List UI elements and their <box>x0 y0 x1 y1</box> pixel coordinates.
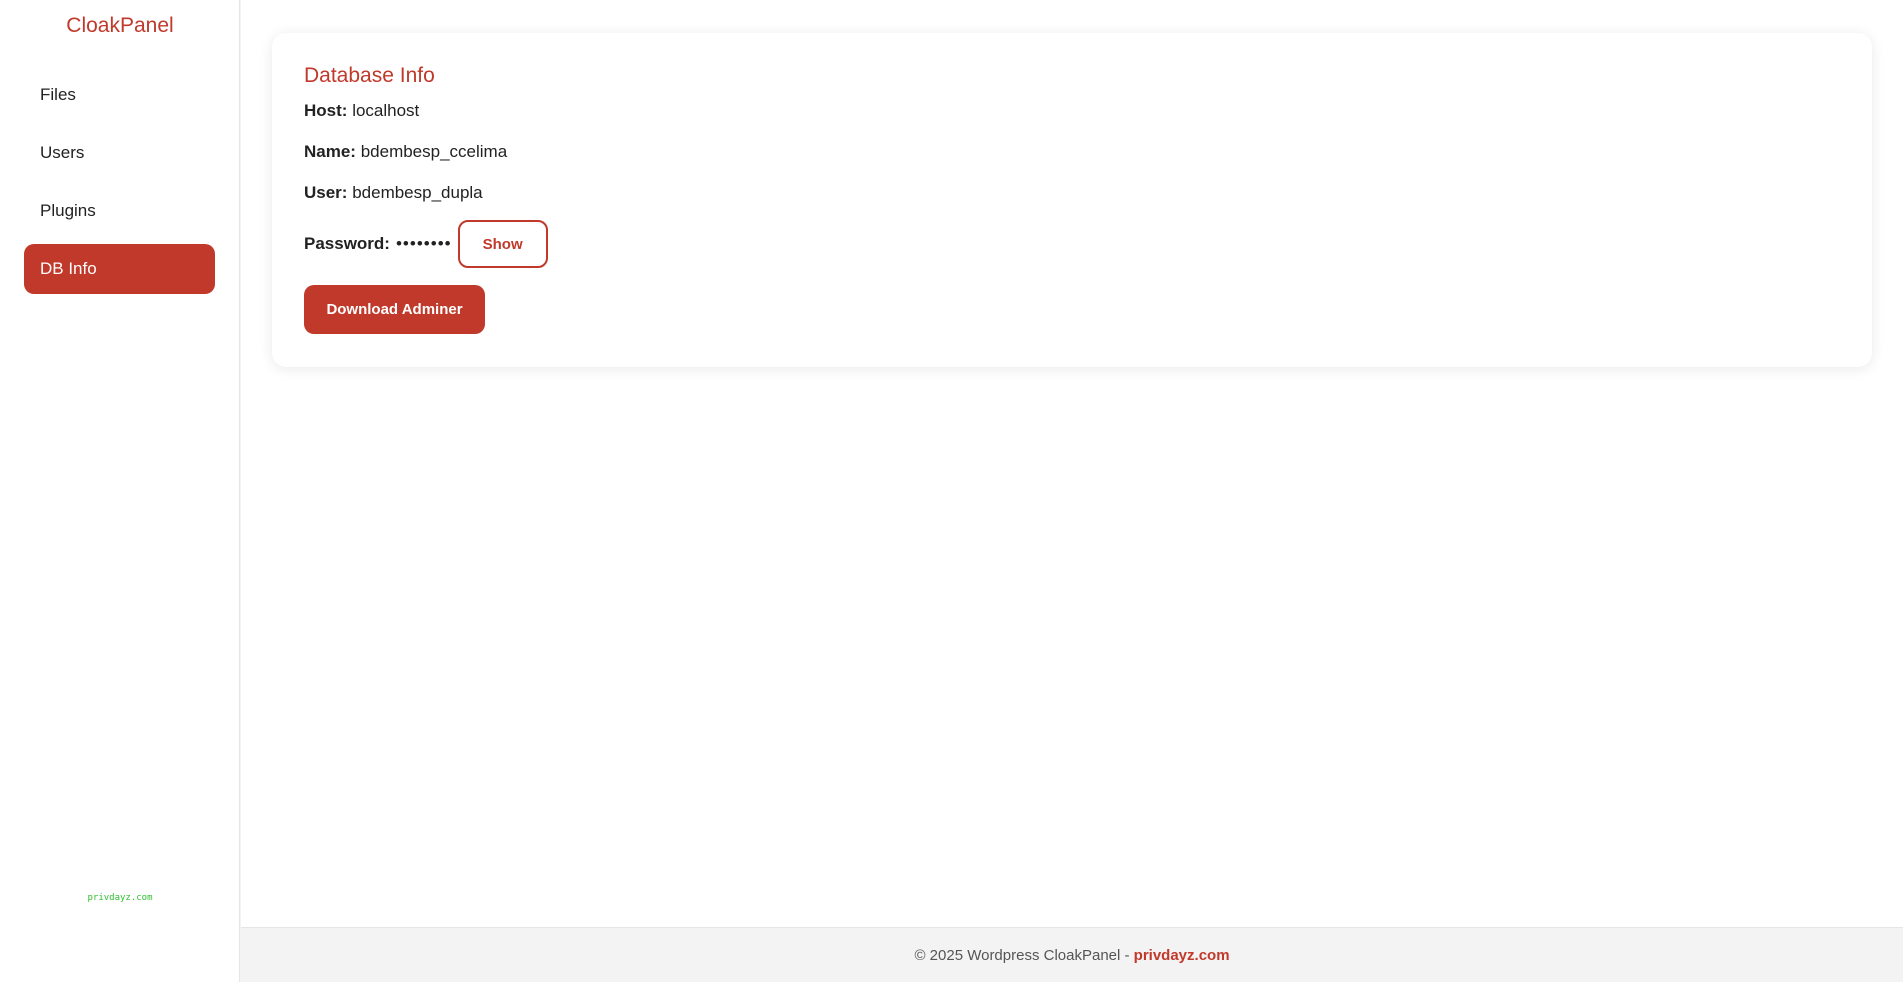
sidebar: CloakPanel Files Users Plugins DB Info p… <box>0 0 240 982</box>
main-content: Database Info Host: localhost Name: bdem… <box>241 0 1903 927</box>
brand-title: CloakPanel <box>66 14 174 37</box>
user-row: User: bdembesp_dupla <box>304 181 1840 205</box>
download-adminer-button[interactable]: Download Adminer <box>304 285 485 334</box>
sidebar-item-files[interactable]: Files <box>24 70 215 120</box>
user-value: bdembesp_dupla <box>352 183 483 202</box>
sidebar-item-db-info[interactable]: DB Info <box>24 244 215 294</box>
show-password-button[interactable]: Show <box>457 220 548 268</box>
sidebar-footer-text: privdayz.com <box>87 893 153 903</box>
card-title: Database Info <box>304 64 435 87</box>
host-label: Host: <box>304 101 348 120</box>
host-value: localhost <box>352 101 420 120</box>
page-footer: © 2025 Wordpress CloakPanel - privdayz.c… <box>241 927 1903 982</box>
app-root: CloakPanel Files Users Plugins DB Info p… <box>0 0 1903 982</box>
name-label: Name: <box>304 142 356 161</box>
db-info-card: Database Info Host: localhost Name: bdem… <box>272 33 1872 367</box>
name-row: Name: bdembesp_ccelima <box>304 140 1840 164</box>
user-label: User: <box>304 183 348 202</box>
host-row: Host: localhost <box>304 99 1840 123</box>
password-label: Password: <box>304 234 390 253</box>
sidebar-item-users[interactable]: Users <box>24 128 215 178</box>
password-masked-value: •••••••• <box>395 234 452 253</box>
name-value: bdembesp_ccelima <box>360 142 508 161</box>
footer-copyright: © 2025 Wordpress CloakPanel - <box>914 947 1134 964</box>
footer-link[interactable]: privdayz.com <box>1134 947 1230 964</box>
sidebar-item-plugins[interactable]: Plugins <box>24 186 215 236</box>
password-row: Password: •••••••• Show <box>304 219 1840 269</box>
sidebar-nav: Files Users Plugins DB Info <box>24 70 215 302</box>
